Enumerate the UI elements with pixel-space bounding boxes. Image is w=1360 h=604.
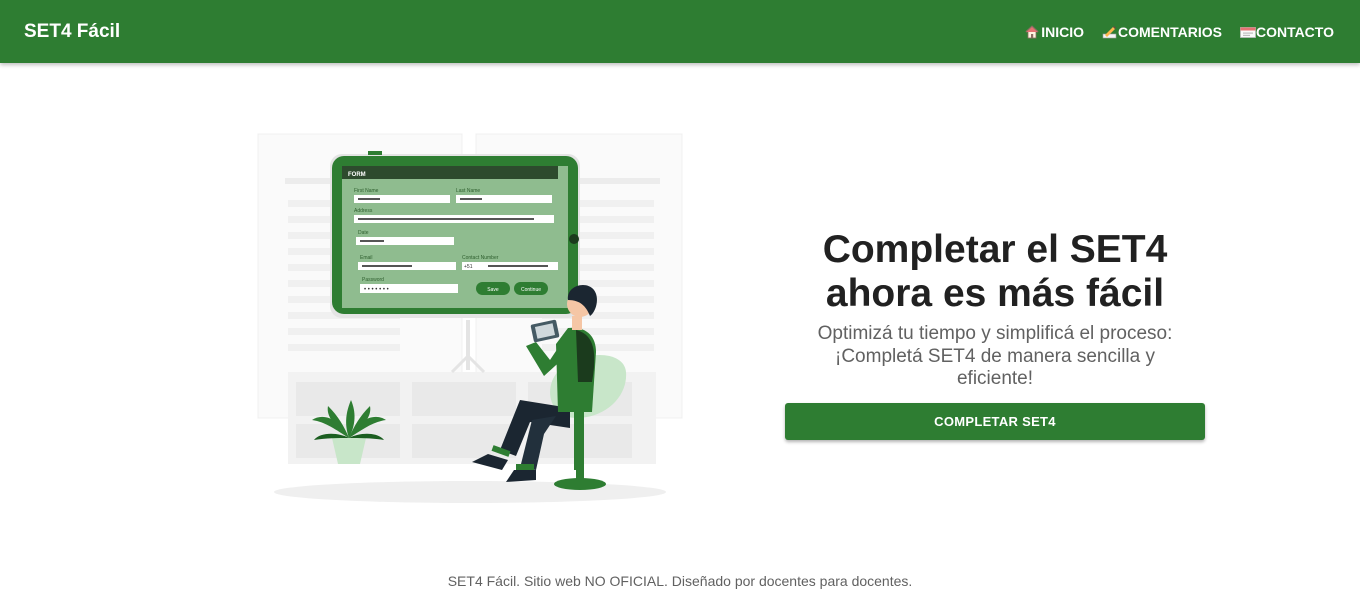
hero-subtitle: Optimizá tu tiempo y simplificá el proce… <box>817 323 1173 389</box>
envelope-icon <box>1240 25 1256 39</box>
hero-title: Completar el SET4 ahora es más fácil <box>822 228 1168 315</box>
form-label-contact-number: Contact Number <box>462 255 499 261</box>
house-icon <box>1025 24 1039 39</box>
form-label-email: Email <box>360 255 373 261</box>
form-label-first-name: First Name <box>354 188 379 194</box>
nav-item-contacto[interactable]: CONTACTO <box>1240 24 1334 40</box>
form-label-date: Date <box>358 230 369 236</box>
main-nav: INICIO COMENTARIOS CONTACTO <box>1007 0 1334 63</box>
writing-hand-icon <box>1102 25 1117 39</box>
completar-set4-button[interactable]: COMPLETAR SET4 <box>785 402 1205 440</box>
form-header: FORM <box>348 172 366 178</box>
nav-label-comentarios: COMENTARIOS <box>1117 23 1222 40</box>
hero-section: Completar el SET4 ahora es más fácil Opt… <box>785 228 1205 440</box>
top-navbar: SET4 Fácil INICIO COMENTARIOS CONTACTO <box>0 0 1360 63</box>
form-password-mask: • • • • • • • <box>364 287 389 293</box>
footer-text: SET4 Fácil. Sitio web NO OFICIAL. Diseña… <box>447 573 913 589</box>
form-label-last-name: Last Name <box>456 188 480 194</box>
nav-label-contacto: CONTACTO <box>1255 23 1334 40</box>
brand-title[interactable]: SET4 Fácil <box>24 0 120 63</box>
form-save-button: Save <box>487 287 499 293</box>
form-country-code: +51 <box>464 264 473 270</box>
nav-item-comentarios[interactable]: COMENTARIOS <box>1102 24 1222 40</box>
nav-item-inicio[interactable]: INICIO <box>1025 24 1084 40</box>
hero-illustration: FORM First Name Last Name Address Date E… <box>220 120 720 520</box>
nav-label-inicio: INICIO <box>1041 23 1084 40</box>
form-label-password: Password <box>362 277 384 283</box>
form-label-address: Address <box>354 208 373 214</box>
form-continue-button: Continue <box>521 287 541 293</box>
